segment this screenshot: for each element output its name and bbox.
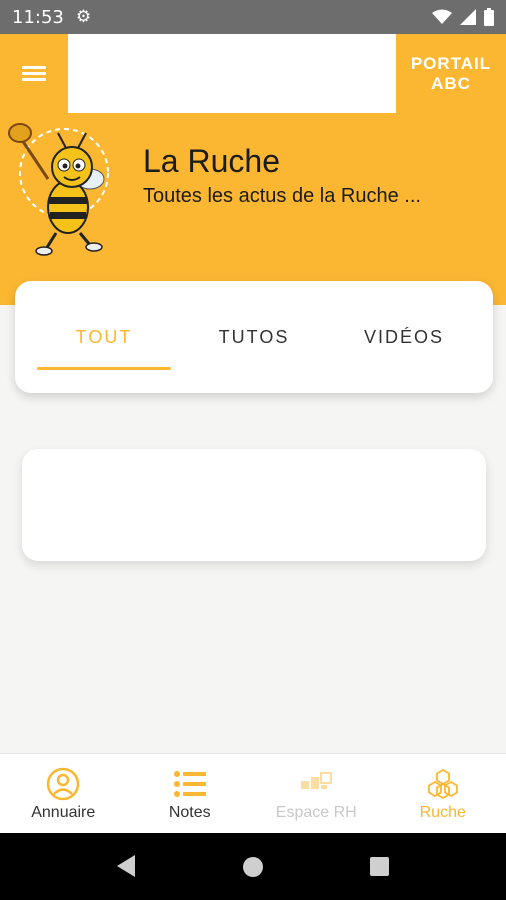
- bee-mascot-icon: [8, 123, 109, 256]
- active-tab-indicator: [37, 367, 171, 370]
- nav-espace-rh[interactable]: Espace RH: [253, 754, 380, 833]
- portail-label-line2: ABC: [431, 73, 471, 93]
- wifi-icon: [432, 9, 452, 24]
- page-title: La Ruche: [143, 143, 280, 179]
- nav-ruche-label: Ruche: [419, 803, 466, 821]
- back-icon[interactable]: [117, 855, 135, 877]
- person-circle-icon: [47, 767, 80, 800]
- list-icon: [173, 770, 206, 797]
- nav-notes[interactable]: Notes: [127, 754, 254, 833]
- page-subtitle: Toutes les actus de la Ruche ...: [143, 185, 421, 207]
- tab-tutos[interactable]: TUTOS: [187, 281, 321, 393]
- tab-videos[interactable]: VIDÉOS: [337, 281, 471, 393]
- signal-icon: [460, 9, 476, 25]
- content-card[interactable]: [22, 449, 486, 561]
- portail-abc-button[interactable]: PORTAIL ABC: [396, 34, 506, 113]
- hamburger-icon: [22, 63, 46, 84]
- honeycomb-icon: [427, 768, 458, 799]
- status-icons: [432, 8, 494, 26]
- gear-icon: ⚙: [75, 7, 92, 26]
- tab-tout[interactable]: TOUT: [37, 281, 171, 393]
- bottom-navigation: Annuaire Notes Espace RH Ruche: [0, 753, 506, 833]
- recent-apps-icon[interactable]: [370, 857, 389, 876]
- status-time: 11:53: [12, 6, 64, 28]
- nav-ruche[interactable]: Ruche: [380, 754, 506, 833]
- battery-icon: [484, 8, 494, 26]
- portail-label-line1: PORTAIL: [410, 53, 492, 73]
- logo-area: [68, 34, 396, 113]
- nav-annuaire-label: Annuaire: [31, 803, 96, 821]
- system-navigation-bar: [0, 833, 506, 900]
- tabs-card: TOUT TUTOS VIDÉOS: [15, 281, 493, 393]
- app-bar: PORTAIL ABC: [0, 34, 506, 113]
- nav-notes-label: Notes: [168, 803, 211, 821]
- menu-button[interactable]: [0, 34, 68, 113]
- status-bar: 11:53 ⚙: [0, 0, 506, 34]
- nav-espace-rh-label: Espace RH: [275, 803, 357, 821]
- page-header: La Ruche Toutes les actus de la Ruche ..…: [0, 113, 506, 305]
- home-icon[interactable]: [243, 857, 263, 877]
- nav-annuaire[interactable]: Annuaire: [0, 754, 127, 833]
- puzzle-icon: [301, 771, 333, 789]
